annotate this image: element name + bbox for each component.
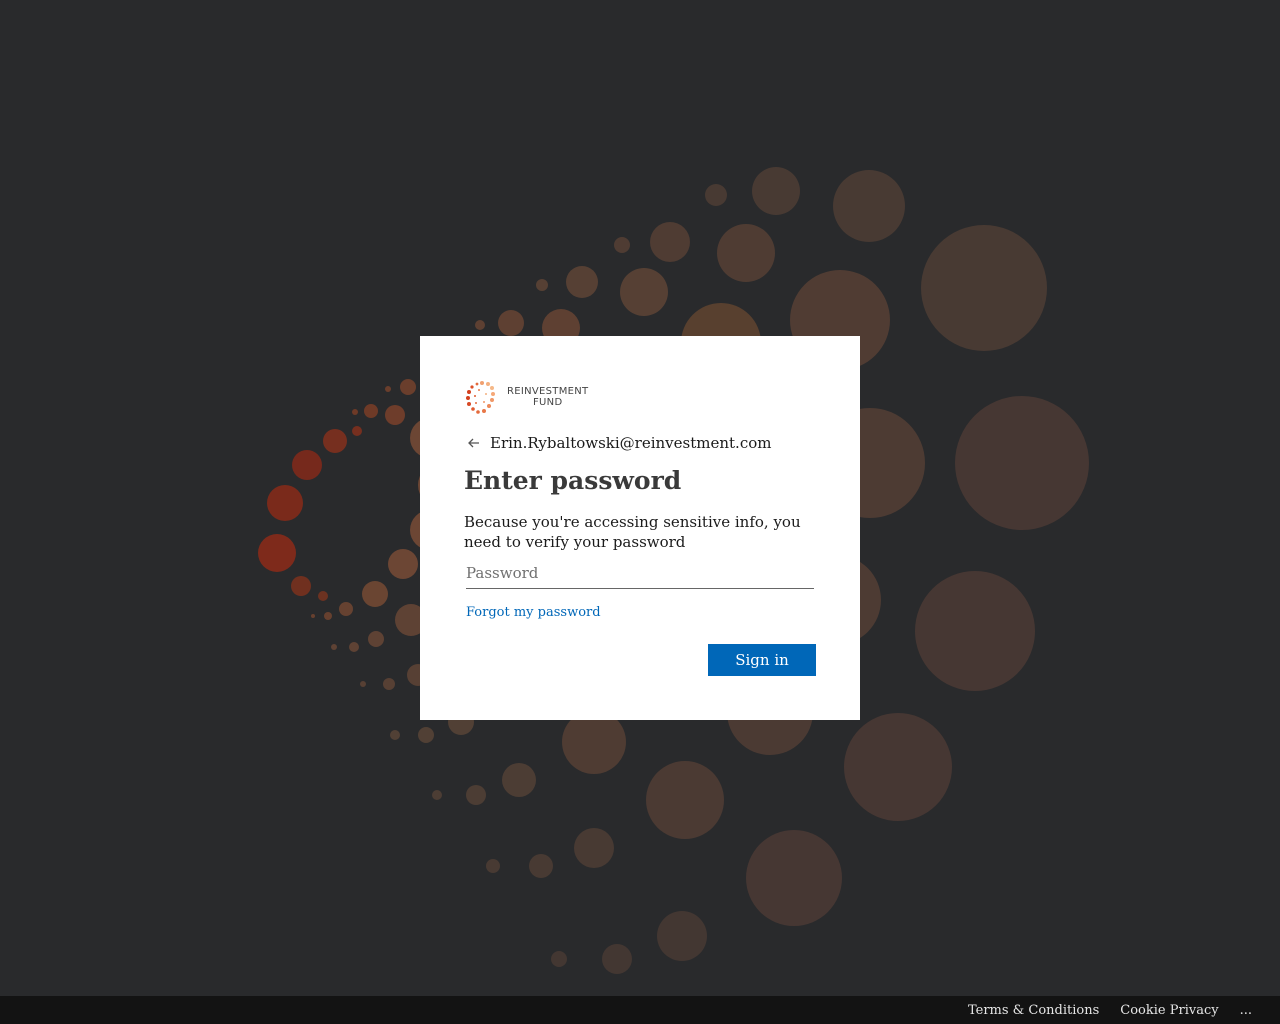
logo-line-2: FUND — [533, 397, 563, 408]
description-text: Because you're accessing sensitive info,… — [464, 513, 801, 551]
logo-line-1: REINVESTMENT — [507, 386, 589, 397]
cookie-privacy-link[interactable]: Cookie Privacy — [1120, 1003, 1218, 1018]
terms-link[interactable]: Terms & Conditions — [968, 1003, 1099, 1018]
page-title: Enter password — [464, 466, 682, 495]
account-email: Erin.Rybaltowski@reinvestment.com — [490, 434, 772, 452]
sign-in-button[interactable]: Sign in — [708, 644, 816, 676]
reinvestment-fund-logo-icon — [466, 381, 495, 414]
more-options-link[interactable]: ... — [1240, 1003, 1252, 1018]
logo-wordmark: REINVESTMENT FUND — [507, 386, 588, 408]
company-logo: REINVESTMENT FUND — [465, 380, 588, 414]
forgot-password-link[interactable]: Forgot my password — [466, 605, 601, 620]
account-identity: Erin.Rybaltowski@reinvestment.com — [466, 434, 771, 452]
footer-bar: Terms & Conditions Cookie Privacy ... — [0, 996, 1280, 1024]
password-field[interactable] — [466, 558, 814, 589]
arrow-left-icon[interactable] — [466, 435, 482, 451]
sign-in-card: REINVESTMENT FUND Erin.Rybaltowski@reinv… — [420, 336, 860, 720]
